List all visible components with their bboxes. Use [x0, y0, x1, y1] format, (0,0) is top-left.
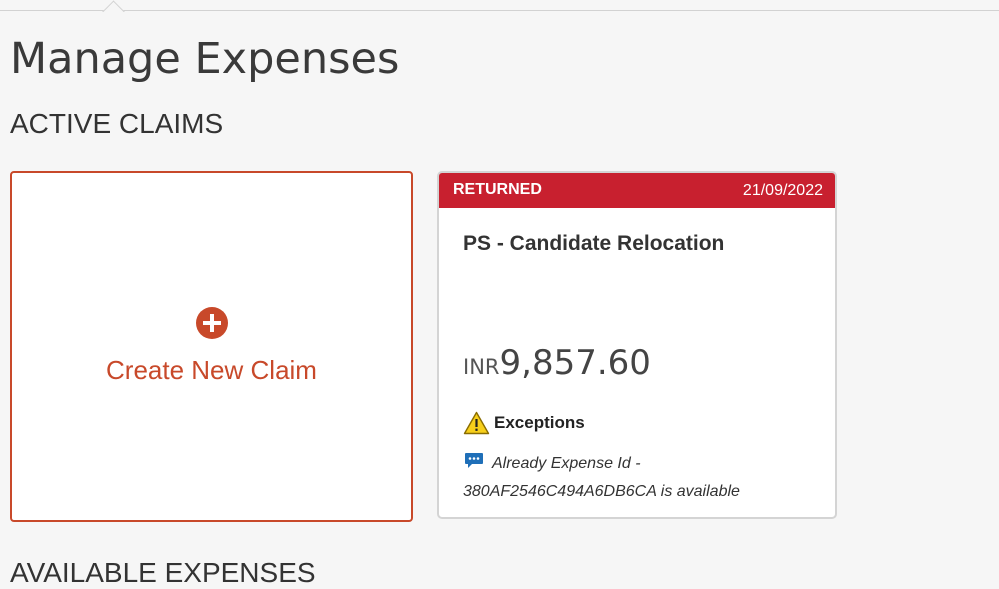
active-claims-heading: ACTIVE CLAIMS [10, 108, 224, 139]
claim-status-header: RETURNED 21/09/2022 [439, 173, 835, 208]
exceptions-row: Exceptions [463, 409, 585, 437]
create-new-claim-card[interactable]: Create New Claim [10, 171, 413, 522]
claim-currency: INR [463, 355, 500, 379]
exceptions-label: Exceptions [494, 413, 585, 432]
top-divider [0, 10, 999, 11]
claim-card[interactable]: RETURNED 21/09/2022 PS - Candidate Reloc… [437, 171, 837, 519]
exception-message: Already Expense Id - 380AF2546C494A6DB6C… [463, 455, 740, 500]
create-new-claim-label: Create New Claim [106, 355, 317, 385]
nav-pointer-caret [102, 0, 126, 12]
warning-icon [463, 411, 490, 435]
claim-name[interactable]: PS - Candidate Relocation [463, 232, 724, 256]
claim-amount-value: 9,857.60 [499, 343, 651, 383]
page-title: Manage Expenses [10, 34, 400, 84]
available-expenses-heading: AVAILABLE EXPENSES [10, 557, 316, 588]
claim-amount: INR9,857.60 [463, 343, 651, 383]
plus-circle-icon [196, 307, 228, 339]
claim-status-badge: RETURNED [453, 181, 542, 198]
claim-date: 21/09/2022 [742, 182, 823, 199]
